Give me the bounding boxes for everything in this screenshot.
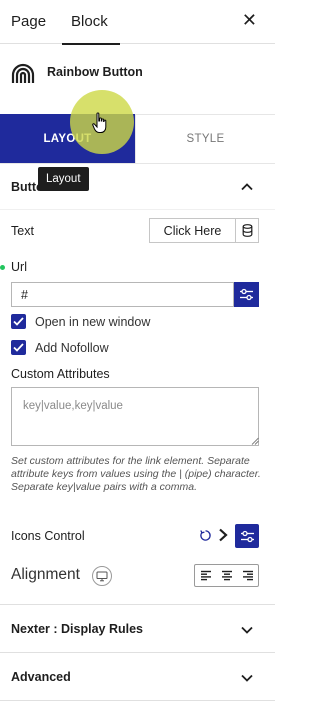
rainbow-icon xyxy=(11,63,35,83)
open-new-window-label: Open in new window xyxy=(35,315,151,329)
text-label: Text xyxy=(11,224,34,238)
close-icon[interactable]: ✕ xyxy=(242,11,257,29)
url-input[interactable]: # xyxy=(11,282,234,307)
divider xyxy=(0,700,275,701)
url-options-button[interactable] xyxy=(234,282,259,307)
sidebar-tabs: Page Block ✕ xyxy=(0,0,275,45)
panel-advanced[interactable]: Advanced xyxy=(0,653,275,700)
mode-tabs: LAYOUT STYLE xyxy=(0,114,275,164)
panel-display-rules-title: Nexter : Display Rules xyxy=(11,622,143,636)
chevron-down-icon xyxy=(241,626,253,634)
block-card: Rainbow Button xyxy=(0,44,275,114)
align-right-icon xyxy=(242,570,253,581)
resize-handle-icon[interactable] xyxy=(251,437,259,445)
icons-control-label: Icons Control xyxy=(11,529,85,543)
arrow-right-icon[interactable] xyxy=(217,528,229,542)
responsive-device-button[interactable] xyxy=(92,566,112,586)
custom-attributes-help: Set custom attributes for the link eleme… xyxy=(11,455,261,493)
align-center-icon xyxy=(221,570,232,581)
add-nofollow-label: Add Nofollow xyxy=(35,341,109,355)
button-text-input[interactable]: Click Here xyxy=(149,218,235,243)
align-center-button[interactable] xyxy=(216,565,237,586)
tooltip: Layout xyxy=(38,167,89,191)
add-nofollow-checkbox[interactable] xyxy=(11,340,26,355)
custom-attributes-label: Custom Attributes xyxy=(11,367,110,381)
custom-attributes-textarea[interactable]: key|value,key|value xyxy=(11,387,259,446)
hand-cursor-icon xyxy=(92,112,107,133)
check-icon xyxy=(13,317,24,326)
sliders-icon xyxy=(240,530,254,542)
check-icon xyxy=(13,343,24,352)
url-label: Url xyxy=(11,260,27,274)
reset-icon[interactable] xyxy=(199,529,212,542)
open-new-window-checkbox[interactable] xyxy=(11,314,26,329)
align-right-button[interactable] xyxy=(237,565,258,586)
desktop-icon xyxy=(96,571,108,581)
align-left-button[interactable] xyxy=(195,565,216,586)
panel-advanced-title: Advanced xyxy=(11,670,71,684)
icons-control-settings-button[interactable] xyxy=(235,524,259,548)
status-dot xyxy=(0,265,5,270)
panel-display-rules[interactable]: Nexter : Display Rules xyxy=(0,605,275,652)
chevron-up-icon[interactable] xyxy=(240,180,254,194)
dynamic-data-button[interactable] xyxy=(235,218,259,243)
block-title: Rainbow Button xyxy=(47,65,143,79)
sliders-icon xyxy=(240,288,253,301)
alignment-button-group xyxy=(194,564,259,587)
tab-page[interactable]: Page xyxy=(0,0,60,44)
tab-block[interactable]: Block xyxy=(60,0,122,45)
section-title: Button xyxy=(11,180,39,194)
alignment-label: Alignment xyxy=(11,566,80,583)
chevron-down-icon xyxy=(241,674,253,682)
align-left-icon xyxy=(200,570,211,581)
tab-style[interactable]: STYLE xyxy=(135,114,275,163)
database-icon xyxy=(242,224,252,237)
